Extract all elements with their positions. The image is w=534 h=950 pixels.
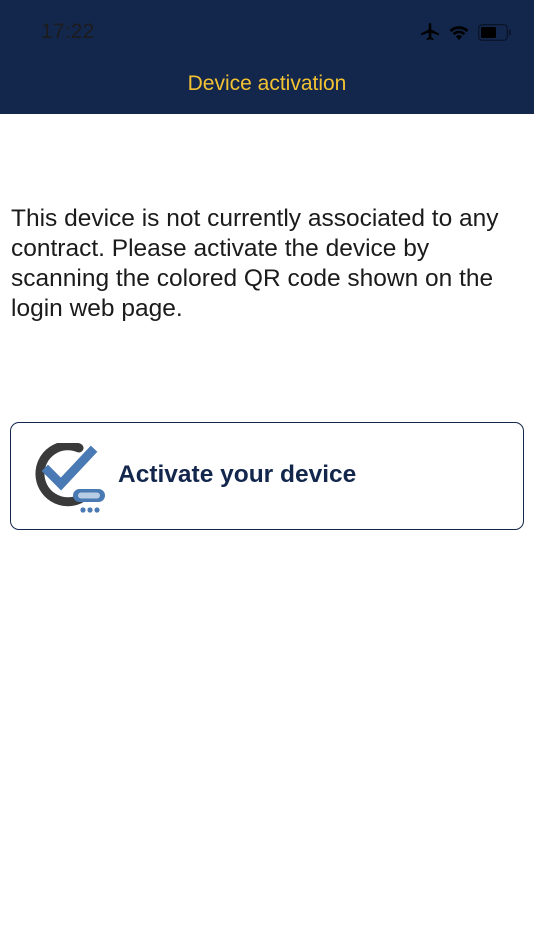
device-activation-screen: 17:22 Device activation This device is n… bbox=[0, 0, 534, 950]
navigation-bar: 17:22 Device activation bbox=[0, 0, 534, 114]
page-title: Device activation bbox=[187, 72, 347, 95]
airplane-icon bbox=[420, 22, 440, 42]
activate-device-label: Activate your device bbox=[118, 461, 357, 488]
activate-device-button[interactable]: Activate your device bbox=[10, 422, 524, 530]
battery-icon bbox=[478, 23, 512, 41]
status-time: 17:22 bbox=[41, 20, 95, 43]
activation-message: This device is not currently associated … bbox=[11, 205, 499, 322]
activation-check-icon bbox=[33, 441, 109, 515]
wifi-icon bbox=[448, 23, 470, 41]
status-icons bbox=[420, 22, 512, 42]
status-bar: 17:22 bbox=[0, 0, 534, 64]
